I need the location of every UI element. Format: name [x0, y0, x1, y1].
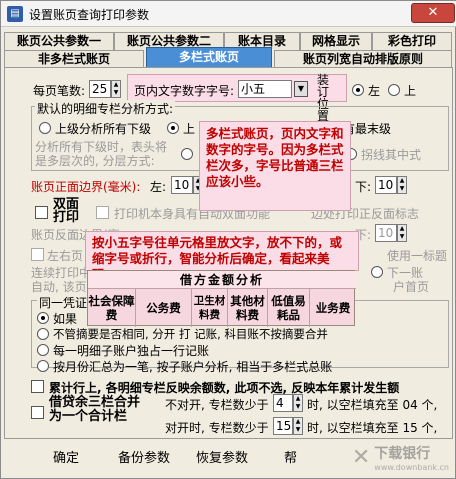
- tab-color-print[interactable]: 彩色打印: [372, 32, 452, 50]
- upper-partial-radio[interactable]: [167, 122, 179, 134]
- table-cell: 业务费: [315, 301, 351, 315]
- not-merge-label: 不管摘要是否相同, 分开 打 记账, 科目账不按摘要合并: [53, 327, 328, 341]
- voucher-if-label: 如果: [53, 312, 78, 326]
- not-open-input[interactable]: 4: [273, 394, 293, 412]
- analysis-note-2: 是多层次的, 分层方式:: [35, 154, 155, 168]
- table-cell: 卫生材料费: [192, 289, 228, 327]
- title-bar: ▤ 设置账页查询打印参数 ✕: [1, 1, 456, 27]
- ok-button[interactable]: 确定: [53, 447, 79, 466]
- font-size-label: 页内文字数字字号:: [134, 84, 235, 98]
- table-cell: 社会保障费: [88, 289, 136, 327]
- front-left-label: 左:: [150, 180, 167, 194]
- left-right-checkbox[interactable]: [31, 248, 44, 261]
- left-right-label: 左右页: [47, 249, 84, 263]
- analysis-table: 借方金额分析 社会保障费 公务费 卫生材料费 其他材料费 低值易耗品 业务费: [87, 270, 356, 327]
- debit-credit-label: 借贷余三栏合并为一个合计栏: [49, 395, 141, 424]
- duplex-label: 双面打印: [53, 197, 80, 225]
- front-margin-label: 账页正面边界(毫米):: [31, 180, 141, 194]
- tab-column-width-principle[interactable]: 账页列宽自动排版原则: [274, 50, 452, 68]
- month-summary-radio[interactable]: [37, 360, 49, 372]
- front-down-label: 下:: [355, 180, 372, 194]
- debit-credit-checkbox[interactable]: [31, 406, 44, 419]
- voucher-if-radio[interactable]: [37, 312, 49, 324]
- watermark: ✕ 下载银行 www.downbank.cn: [352, 443, 449, 472]
- back-down-spinner[interactable]: ▲ ▼: [397, 224, 407, 242]
- layer-radio[interactable]: [181, 148, 193, 160]
- pen-count-spinner[interactable]: ▲ ▼: [111, 80, 121, 98]
- each-line-radio[interactable]: [37, 344, 49, 356]
- front-left-input[interactable]: 10: [171, 176, 193, 194]
- font-size-select[interactable]: 小五: [238, 80, 292, 98]
- open-tail: 时, 以空栏填充至 15 个,: [307, 421, 438, 435]
- settings-window: ▤ 设置账页查询打印参数 ✕ 账页公共参数一 账页公共参数二 账本目录 网格显示…: [0, 0, 456, 479]
- open-input[interactable]: 15: [273, 417, 293, 435]
- open-spinner[interactable]: ▲ ▼: [293, 417, 303, 435]
- use-title-label: 使用一标题: [387, 249, 448, 263]
- help-button[interactable]: 帮: [284, 447, 297, 466]
- not-open-tail: 时, 以空栏填充至 04 个,: [307, 398, 438, 412]
- pen-count-input[interactable]: 25: [89, 80, 111, 98]
- not-merge-radio[interactable]: [37, 328, 49, 340]
- voucher-group-title: 同一凭证: [37, 294, 90, 311]
- next-page-radio[interactable]: [371, 266, 383, 278]
- binding-left-label: 左: [368, 84, 381, 98]
- tab-non-multicolumn[interactable]: 非多栏式账页: [4, 50, 144, 68]
- upper-all-radio[interactable]: [39, 122, 51, 134]
- tab-common-params-1[interactable]: 账页公共参数一: [4, 32, 114, 50]
- user-page-label: 户首页: [393, 280, 430, 294]
- back-down-input[interactable]: 10: [375, 224, 397, 242]
- window-title: 设置账页查询打印参数: [29, 8, 150, 22]
- fit-note-callout: 按小五字号往单元格里放文字，放不下的，或缩字号或折行，智能分析后确定，看起来美观…: [85, 231, 359, 282]
- duplex-checkbox[interactable]: [35, 206, 48, 219]
- binding-left-radio[interactable]: [352, 84, 364, 96]
- chevron-down-icon[interactable]: ▼: [294, 81, 308, 97]
- pen-count-label: 每页笔数:: [33, 84, 86, 98]
- fold-label: 拐线其中式: [361, 148, 422, 162]
- month-summary-label: 按月份汇总为一笔, 按子账户分析, 相当于多栏式总账: [53, 360, 333, 374]
- watermark-logo-icon: ✕: [351, 445, 371, 470]
- font-note-text: 多栏式账页，页内文字和数字的字号。因为多栏式栏次多，字号比普通三栏应该小些。: [206, 126, 344, 189]
- front-down-input[interactable]: 10: [375, 176, 397, 194]
- watermark-url: www.downbank.cn: [374, 463, 449, 472]
- front-down-spinner[interactable]: ▲ ▼: [397, 176, 407, 194]
- upper-all-label: 上级分析所有下级: [55, 122, 152, 136]
- table-cell: 其他材料费: [228, 289, 268, 327]
- table-cell: 公务费: [136, 289, 192, 327]
- tab-grid-display[interactable]: 网格显示: [300, 32, 372, 50]
- binding-up-radio[interactable]: [388, 84, 400, 96]
- binding-up-label: 上: [404, 84, 417, 98]
- font-note-callout: 多栏式账页，页内文字和数字的字号。因为多栏式栏次多，字号比普通三栏应该小些。: [199, 121, 351, 211]
- restore-button[interactable]: 恢复参数: [196, 447, 248, 466]
- backup-button[interactable]: 备份参数: [118, 447, 170, 466]
- not-open-label: 不对开, 专栏数少于: [165, 398, 269, 412]
- table-header: 借方金额分析: [88, 271, 356, 289]
- open-label: 对开时, 专栏数少于: [165, 421, 269, 435]
- analysis-group-title: 默认的明细专栏分析方式:: [35, 100, 176, 117]
- upper-partial-label: 上: [183, 122, 196, 136]
- watermark-text: 下载银行: [374, 446, 431, 462]
- cumulative-checkbox[interactable]: [31, 380, 44, 393]
- cumulative-label: 累计行上, 各明细专栏反映余额数, 此项不选, 反映本年累计发生额: [49, 381, 400, 395]
- not-open-spinner[interactable]: ▲ ▼: [293, 394, 303, 412]
- each-line-label: 每一明细子账户独占一行记账: [53, 344, 210, 358]
- table-cell: 低值易耗品: [268, 289, 310, 327]
- printer-duplex-checkbox[interactable]: [96, 206, 109, 219]
- close-button[interactable]: ✕: [411, 3, 455, 23]
- app-icon: ▤: [7, 6, 23, 22]
- tab-multicolumn[interactable]: 多栏式账页: [146, 47, 272, 68]
